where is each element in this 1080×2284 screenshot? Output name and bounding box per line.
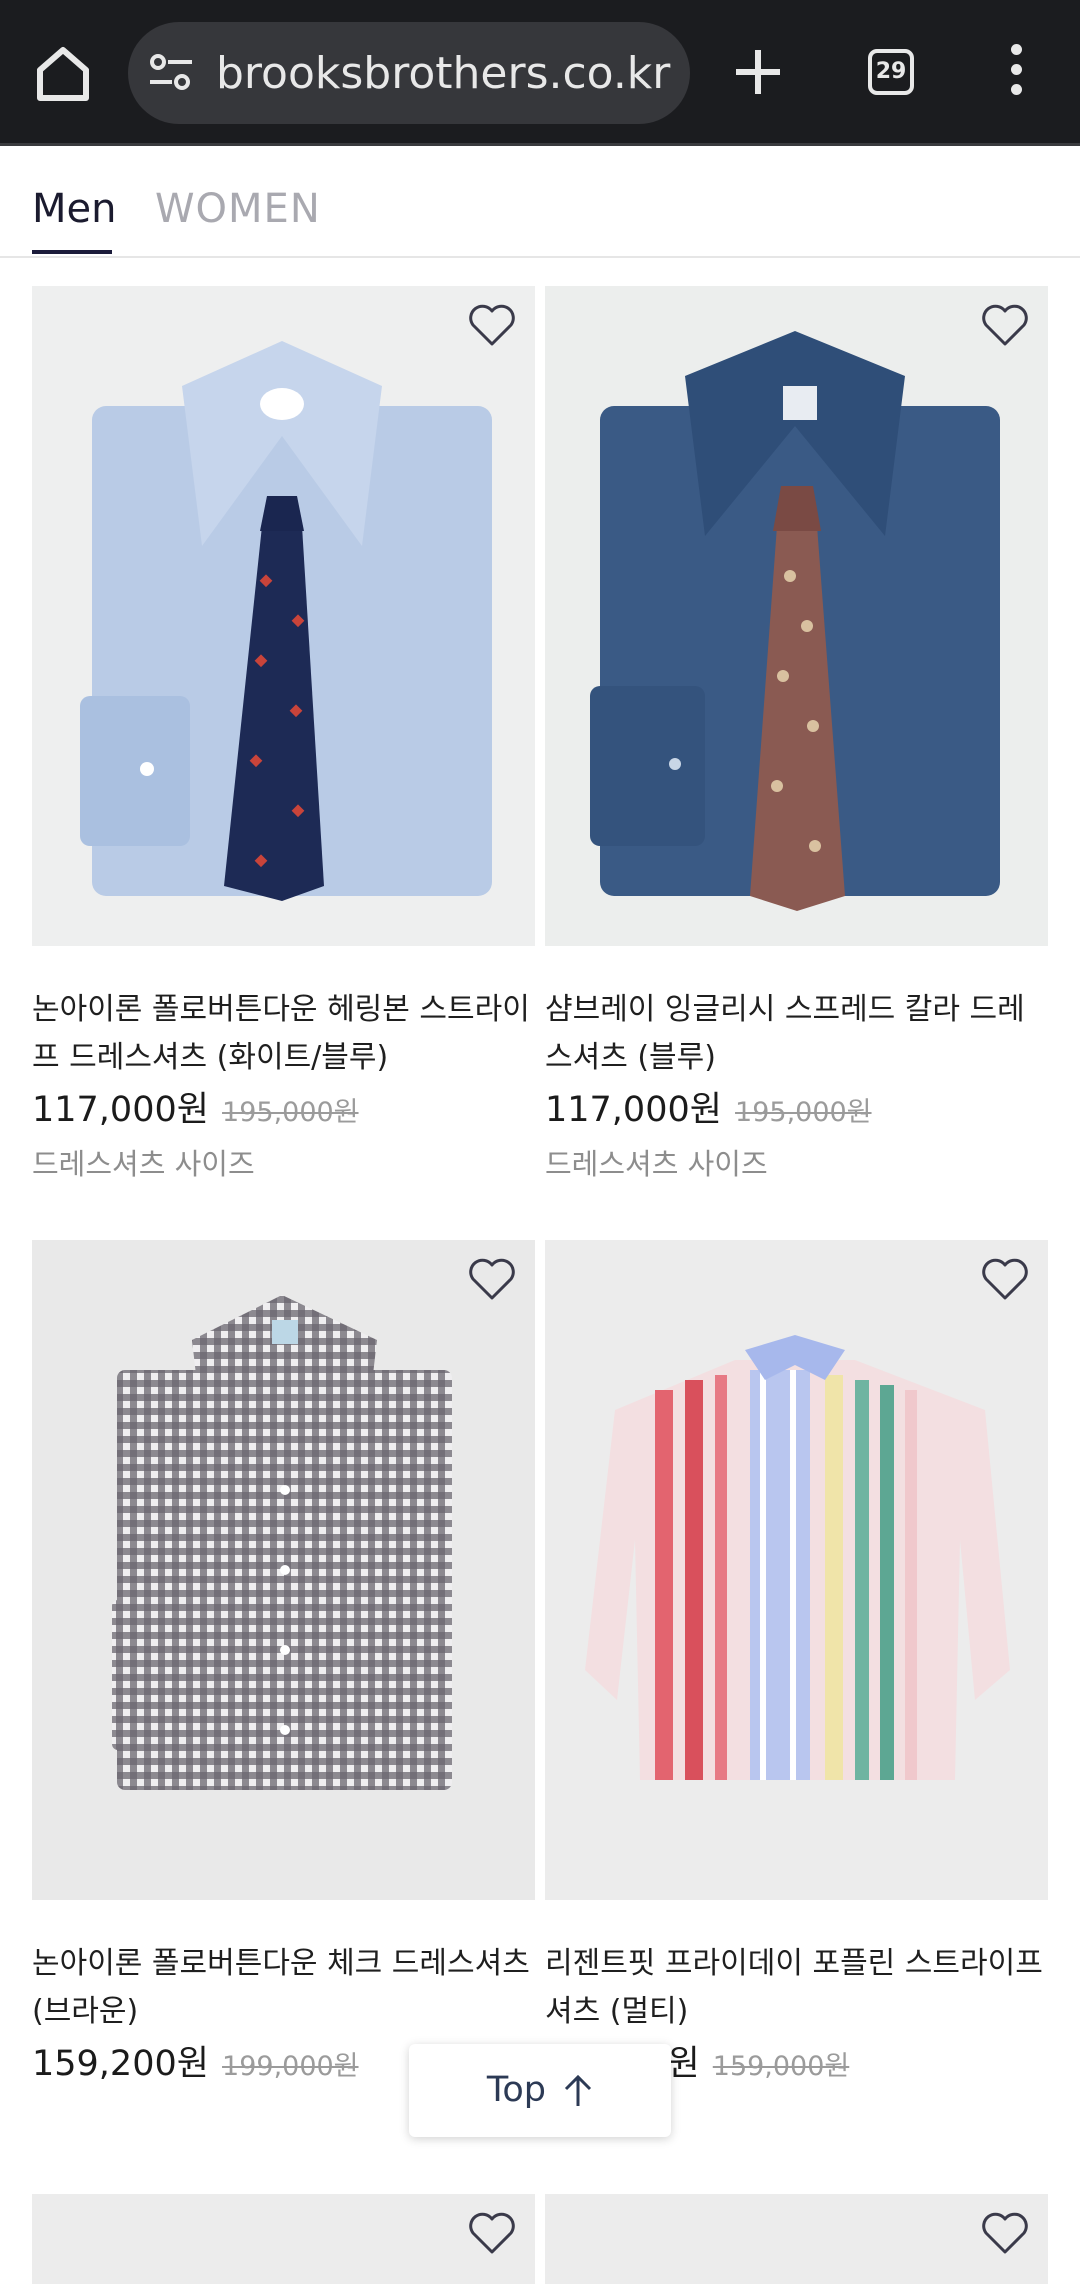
url-text: brooksbrothers.co.kr — [216, 48, 671, 99]
address-bar[interactable]: brooksbrothers.co.kr — [128, 22, 690, 124]
product-image[interactable] — [545, 1240, 1048, 1900]
new-tab-icon[interactable] — [730, 44, 786, 100]
sale-price: 117,000원 — [545, 1090, 722, 1130]
wishlist-heart-icon[interactable] — [980, 2210, 1030, 2256]
product-name[interactable]: 논아이론 폴로버튼다운 헤링본 스트라이프 드레스셔츠 (화이트/블루) — [32, 986, 535, 1082]
product-image[interactable] — [32, 1240, 535, 1900]
gender-tabs: Men WOMEN — [0, 146, 1080, 258]
size-guide-link[interactable]: 드레스셔츠 사이즈 — [545, 1141, 768, 1183]
product-price: 117,000원 195,000원 — [32, 1081, 359, 1132]
product-image[interactable] — [545, 286, 1048, 946]
wishlist-heart-icon[interactable] — [467, 1256, 517, 1302]
product-price: 159,200원 199,000원 — [32, 2035, 359, 2086]
tab-women[interactable]: WOMEN — [155, 184, 321, 234]
original-price: 195,000원 — [222, 1097, 359, 1128]
top-button-label: Top — [486, 2070, 546, 2110]
browser-toolbar: brooksbrothers.co.kr 29 — [0, 0, 1080, 146]
wishlist-heart-icon[interactable] — [980, 1256, 1030, 1302]
original-price: 159,000원 — [712, 2051, 850, 2082]
sale-price: 117,000원 — [32, 1090, 209, 1130]
wishlist-heart-icon[interactable] — [467, 302, 517, 348]
sale-price: 159,200원 — [32, 2044, 209, 2084]
site-settings-icon[interactable] — [148, 52, 194, 94]
home-icon[interactable] — [30, 40, 96, 106]
product-card[interactable] — [545, 2194, 1048, 2284]
wishlist-heart-icon[interactable] — [467, 2210, 517, 2256]
wishlist-heart-icon[interactable] — [980, 302, 1030, 348]
tab-switcher-button[interactable]: 29 — [868, 49, 914, 95]
scroll-to-top-button[interactable]: Top — [409, 2044, 671, 2137]
product-name[interactable]: 리젠트핏 프라이데이 포플린 스트라이프 셔츠 (멀티) — [545, 1940, 1048, 2036]
size-guide-link[interactable]: 드레스셔츠 사이즈 — [32, 1141, 255, 1183]
tab-active-indicator — [32, 250, 112, 254]
original-price: 195,000원 — [735, 1097, 872, 1128]
arrow-up-icon — [565, 2074, 592, 2106]
product-name[interactable]: 샴브레이 잉글리시 스프레드 칼라 드레스셔츠 (블루) — [545, 986, 1048, 1082]
product-image[interactable] — [32, 286, 535, 946]
tab-men[interactable]: Men — [32, 184, 116, 254]
product-card[interactable] — [32, 2194, 535, 2284]
product-price: 117,000원 195,000원 — [545, 1081, 872, 1132]
more-menu-icon[interactable] — [1006, 44, 1026, 100]
original-price: 199,000원 — [222, 2051, 359, 2082]
product-name[interactable]: 논아이론 폴로버튼다운 체크 드레스셔츠 (브라운) — [32, 1940, 535, 2036]
